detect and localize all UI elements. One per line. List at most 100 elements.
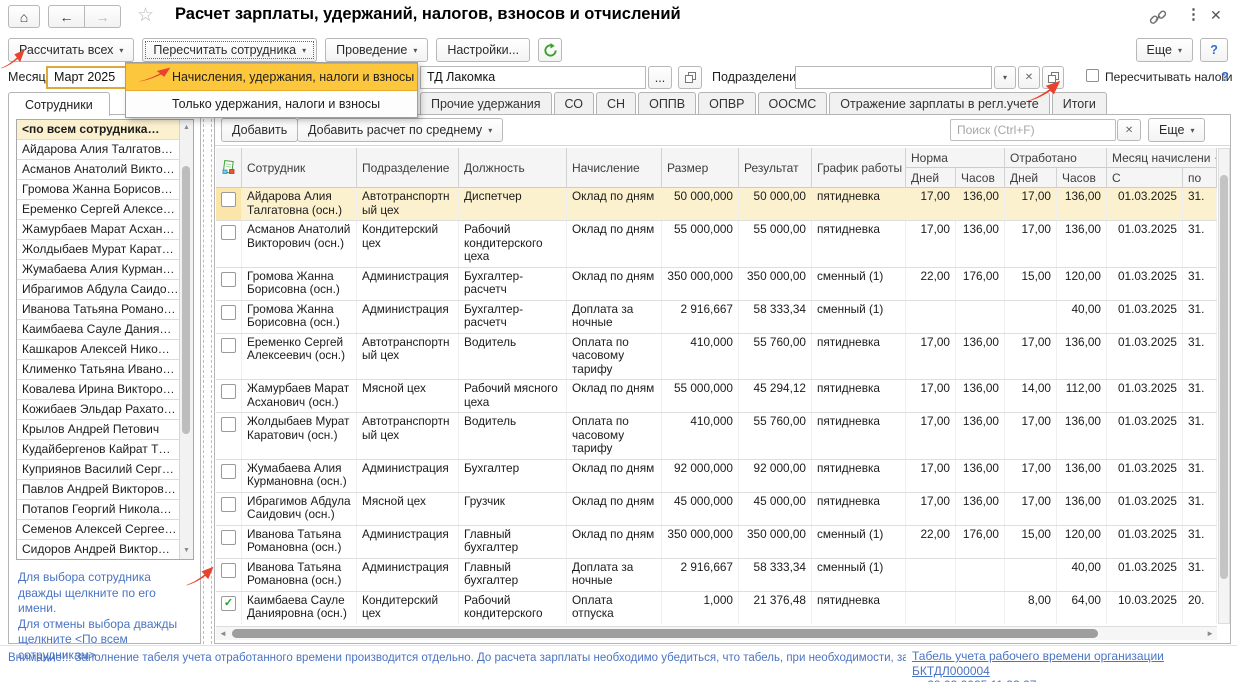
cell-date-to[interactable]: 31.	[1183, 413, 1217, 459]
cell-size[interactable]: 45 000,000	[662, 493, 739, 525]
add-button[interactable]: Добавить	[221, 118, 298, 142]
recalc-taxes-help-icon[interactable]: ?	[1221, 69, 1229, 84]
cell-schedule[interactable]: сменный (1)	[812, 268, 906, 300]
employee-list-item[interactable]: Куприянов Василий Серг…	[17, 460, 180, 480]
cell-schedule[interactable]: пятидневка	[812, 460, 906, 492]
cell-date-to[interactable]: 31.	[1183, 493, 1217, 525]
cell-norm-days[interactable]: 22,00	[906, 526, 956, 558]
employee-list-item[interactable]: Иванова Татьяна Романо…	[17, 300, 180, 320]
department-field[interactable]	[795, 66, 992, 89]
cell-result[interactable]: 350 000,00	[739, 526, 812, 558]
table-row[interactable]: Жамурбаев Марат Асханович (осн.) Мясной …	[216, 380, 1217, 413]
cell-result[interactable]: 45 294,12	[739, 380, 812, 412]
cell-employee[interactable]: Иванова Татьяна Романовна (осн.)	[242, 559, 357, 591]
panel-splitter[interactable]	[203, 114, 212, 644]
cell-department[interactable]: Администрация	[357, 268, 459, 300]
cell-norm-hours[interactable]: 136,00	[956, 334, 1005, 380]
cell-department[interactable]: Автотранспортный цех	[357, 334, 459, 380]
cell-date-from[interactable]: 10.03.2025	[1107, 592, 1183, 625]
employee-list-item[interactable]: Жамурбаев Марат Асхан…	[17, 220, 180, 240]
cell-schedule[interactable]: пятидневка	[812, 413, 906, 459]
header-norm-group[interactable]: Норма	[906, 148, 1005, 168]
employee-list-item[interactable]: Крылов Андрей Петович	[17, 420, 180, 440]
main-tab[interactable]: ОПВР	[698, 92, 755, 115]
cell-department[interactable]: Администрация	[357, 559, 459, 591]
cell-position[interactable]: Водитель	[459, 413, 567, 459]
main-tab[interactable]: Отражение зарплаты в регл.учете	[829, 92, 1049, 115]
header-worked-group[interactable]: Отработано	[1005, 148, 1107, 168]
cell-worked-hours[interactable]: 136,00	[1057, 460, 1107, 492]
cell-worked-days[interactable]: 17,00	[1005, 334, 1057, 380]
row-select-cell[interactable]: ✓	[216, 592, 242, 625]
table-row[interactable]: Жумабаева Алия Курмановна (осн.) Админис…	[216, 460, 1217, 493]
more-menu-dots-icon[interactable]: ⋮	[1186, 5, 1201, 23]
cell-date-to[interactable]: 31.	[1183, 301, 1217, 333]
cell-norm-days[interactable]: 17,00	[906, 493, 956, 525]
table-row[interactable]: Айдарова Алия Талгатовна (осн.) Автотран…	[216, 188, 1217, 221]
cell-date-from[interactable]: 01.03.2025	[1107, 526, 1183, 558]
cell-size[interactable]: 2 916,667	[662, 301, 739, 333]
row-checkbox[interactable]	[221, 563, 236, 578]
employee-list-item[interactable]: Потапов Георгий Никола…	[17, 500, 180, 520]
cell-accrual[interactable]: Оклад по дням	[567, 221, 662, 267]
employee-list-item[interactable]: Еременко Сергей Алексе…	[17, 200, 180, 220]
search-clear-button[interactable]: ✕	[1117, 119, 1141, 141]
scroll-up-icon[interactable]: ▲	[180, 121, 193, 135]
cell-size[interactable]: 1,000	[662, 592, 739, 625]
cell-department[interactable]: Кондитерский цех	[357, 592, 459, 625]
horizontal-scrollbar[interactable]: ◄ ►	[216, 626, 1217, 640]
main-tab[interactable]: ООСМС	[758, 92, 828, 115]
scroll-right-icon[interactable]: ►	[1206, 628, 1214, 640]
cell-worked-hours[interactable]: 136,00	[1057, 221, 1107, 267]
cell-result[interactable]: 55 000,00	[739, 221, 812, 267]
cell-position[interactable]: Бухгалтер-расчетч	[459, 268, 567, 300]
cell-position[interactable]: Рабочий кондитерского цеха	[459, 221, 567, 267]
cell-employee[interactable]: Жамурбаев Марат Асханович (осн.)	[242, 380, 357, 412]
cell-schedule[interactable]: пятидневка	[812, 188, 906, 220]
cell-department[interactable]: Администрация	[357, 526, 459, 558]
table-row[interactable]: ✓ Каимбаева Сауле Данияровна (осн.) Конд…	[216, 592, 1217, 625]
row-checkbox[interactable]	[221, 272, 236, 287]
cell-date-to[interactable]: 31.	[1183, 334, 1217, 380]
cell-employee[interactable]: Громова Жанна Борисовна (осн.)	[242, 301, 357, 333]
cell-worked-hours[interactable]: 136,00	[1057, 188, 1107, 220]
employee-list-item[interactable]: Клименко Татьяна Ивано…	[17, 360, 180, 380]
cell-position[interactable]: Бухгалтер	[459, 460, 567, 492]
row-select-cell[interactable]	[216, 221, 242, 267]
cell-schedule[interactable]: сменный (1)	[812, 301, 906, 333]
cell-norm-hours[interactable]	[956, 301, 1005, 333]
posting-button[interactable]: Проведение ▾	[325, 38, 428, 62]
table-row[interactable]: Асманов Анатолий Викторович (осн.) Конди…	[216, 221, 1217, 268]
cell-worked-hours[interactable]: 40,00	[1057, 559, 1107, 591]
cell-result[interactable]: 45 000,00	[739, 493, 812, 525]
cell-department[interactable]: Администрация	[357, 301, 459, 333]
table-row[interactable]: Ибрагимов Абдула Саидович (осн.) Мясной …	[216, 493, 1217, 526]
row-checkbox[interactable]	[221, 464, 236, 479]
header-employee[interactable]: Сотрудник	[242, 148, 357, 188]
timesheet-link[interactable]: Табель учета рабочего времени организаци…	[912, 649, 1227, 682]
employee-list-item[interactable]: Каимбаева Сауле Дания…	[17, 320, 180, 340]
table-row[interactable]: Иванова Татьяна Романовна (осн.) Админис…	[216, 526, 1217, 559]
row-select-cell[interactable]	[216, 380, 242, 412]
row-checkbox[interactable]	[221, 305, 236, 320]
cell-accrual[interactable]: Оплата отпуска	[567, 592, 662, 625]
cell-size[interactable]: 410,000	[662, 413, 739, 459]
search-input[interactable]	[950, 119, 1116, 141]
cell-position[interactable]: Главный бухгалтер	[459, 559, 567, 591]
cell-accrual[interactable]: Оклад по дням	[567, 188, 662, 220]
cell-worked-days[interactable]: 8,00	[1005, 592, 1057, 625]
header-date-to[interactable]: по	[1183, 168, 1217, 188]
link-icon[interactable]	[1148, 8, 1168, 31]
main-tab[interactable]: ОППВ	[638, 92, 696, 115]
cell-employee[interactable]: Жолдыбаев Мурат Каратович (осн.)	[242, 413, 357, 459]
cell-date-from[interactable]: 01.03.2025	[1107, 559, 1183, 591]
cell-result[interactable]: 55 760,00	[739, 413, 812, 459]
cell-employee[interactable]: Ибрагимов Абдула Саидович (осн.)	[242, 493, 357, 525]
help-button[interactable]: ?	[1200, 38, 1228, 62]
main-tab[interactable]: СО	[554, 92, 594, 115]
refresh-button[interactable]	[538, 38, 562, 62]
cell-employee[interactable]: Асманов Анатолий Викторович (осн.)	[242, 221, 357, 267]
cell-date-to[interactable]: 31.	[1183, 188, 1217, 220]
cell-employee[interactable]: Жумабаева Алия Курмановна (осн.)	[242, 460, 357, 492]
cell-schedule[interactable]: сменный (1)	[812, 526, 906, 558]
